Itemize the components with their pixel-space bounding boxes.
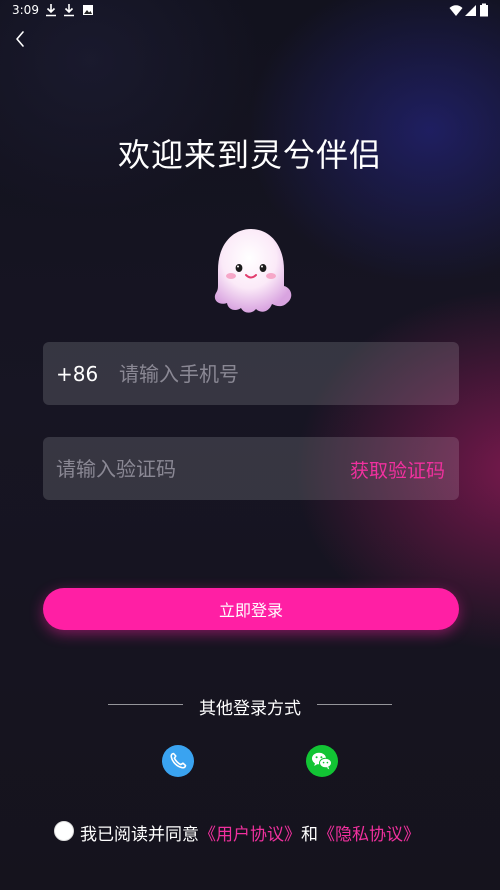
wifi-icon	[449, 5, 463, 16]
phone-icon	[170, 752, 187, 769]
phone-input[interactable]	[119, 342, 439, 405]
other-login-divider: 其他登录方式	[0, 694, 500, 719]
status-time: 3:09	[12, 3, 39, 17]
verification-code-field: 获取验证码	[43, 437, 459, 500]
user-agreement-link[interactable]: 《用户协议》	[199, 825, 301, 845]
login-button[interactable]: 立即登录	[43, 588, 459, 630]
privacy-policy-link[interactable]: 《隐私协议》	[318, 825, 420, 845]
country-code[interactable]: +86	[56, 362, 98, 386]
agreement-prefix: 我已阅读并同意	[80, 825, 199, 845]
wechat-login-button[interactable]	[306, 745, 338, 777]
divider-line	[317, 704, 392, 705]
get-code-button[interactable]: 获取验证码	[350, 456, 445, 483]
phone-field: +86	[43, 342, 459, 405]
status-bar: 3:09	[0, 0, 500, 22]
download-icon	[64, 4, 74, 17]
ghost-mascot-icon	[214, 229, 292, 313]
verification-code-input[interactable]	[56, 437, 326, 500]
phone-login-button[interactable]	[162, 745, 194, 777]
download-icon	[46, 4, 56, 17]
photo-icon	[83, 5, 93, 15]
wechat-icon	[312, 752, 332, 770]
agreement-text: 我已阅读并同意《用户协议》和《隐私协议》	[80, 820, 420, 845]
page-title: 欢迎来到灵兮伴侣	[117, 136, 382, 174]
back-chevron-icon[interactable]	[8, 26, 34, 52]
agreement-and: 和	[301, 825, 318, 845]
battery-icon	[480, 3, 488, 17]
agreement-checkbox[interactable]	[54, 821, 74, 841]
other-login-label: 其他登录方式	[199, 699, 301, 719]
signal-icon	[465, 5, 476, 16]
